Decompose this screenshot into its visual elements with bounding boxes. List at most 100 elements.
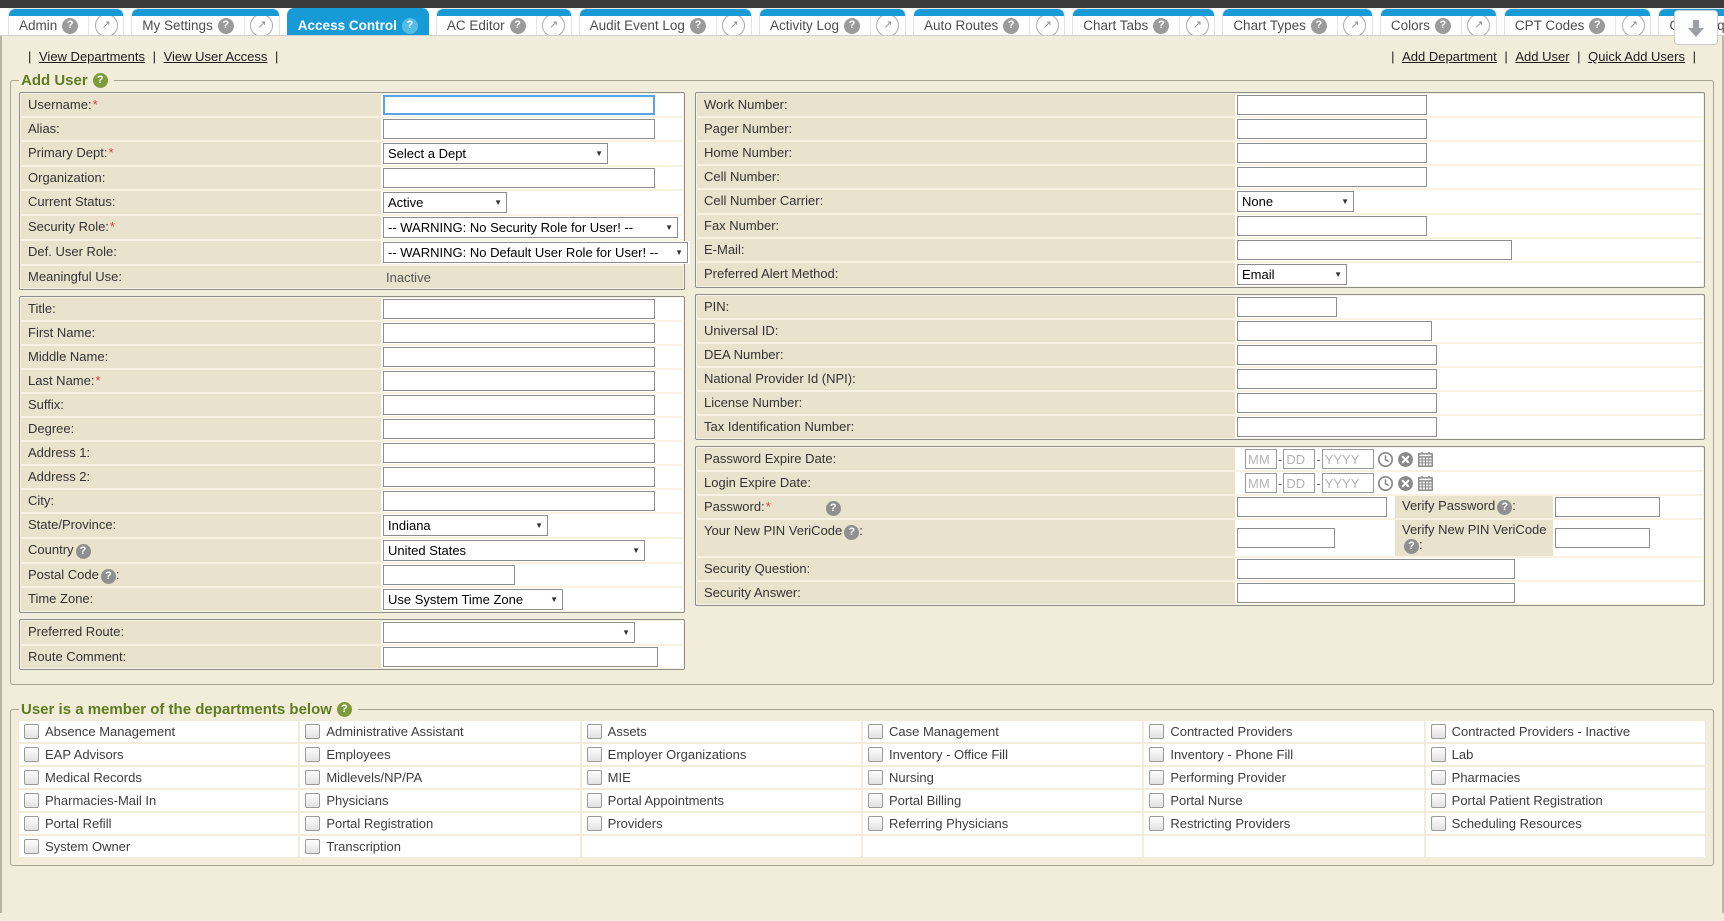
help-icon[interactable]: [844, 18, 860, 34]
portal-billing-checkbox[interactable]: [868, 793, 883, 808]
address-1-input[interactable]: [383, 443, 655, 463]
scheduling-resources-checkbox[interactable]: [1431, 816, 1446, 831]
tab-colors[interactable]: Colors: [1380, 8, 1497, 35]
clear-icon[interactable]: [1397, 451, 1414, 468]
help-icon[interactable]: [1497, 500, 1512, 515]
help-icon[interactable]: [1589, 18, 1605, 34]
inventory-phone-fill-checkbox[interactable]: [1149, 747, 1164, 762]
preferred-route-select[interactable]: ▼: [383, 622, 635, 643]
calendar-icon[interactable]: [1417, 451, 1434, 468]
lab-checkbox[interactable]: [1431, 747, 1446, 762]
inventory-office-fill-checkbox[interactable]: [868, 747, 883, 762]
absence-management-checkbox[interactable]: [24, 724, 39, 739]
physicians-checkbox[interactable]: [305, 793, 320, 808]
tab-open-new-window[interactable]: [536, 16, 571, 35]
national-provider-id-npi-input[interactable]: [1237, 369, 1437, 389]
help-icon[interactable]: [1153, 18, 1169, 34]
help-icon[interactable]: [93, 73, 108, 88]
country-select[interactable]: United States▼: [383, 540, 645, 561]
tab-open-new-window[interactable]: [244, 16, 279, 35]
referring-physicians-checkbox[interactable]: [868, 816, 883, 831]
tab-auto-routes[interactable]: Auto Routes: [913, 8, 1065, 35]
cell-number-carrier-select[interactable]: None▼: [1237, 191, 1354, 212]
tab-open-new-window[interactable]: [1615, 16, 1650, 35]
tab-open-new-window[interactable]: [1029, 16, 1064, 35]
preferred-alert-method-select[interactable]: Email▼: [1237, 264, 1347, 285]
work-number-input[interactable]: [1237, 95, 1427, 115]
verify-new-pin-vericode-input[interactable]: [1555, 528, 1650, 548]
password-expire-date-month-input[interactable]: [1245, 449, 1277, 469]
security-question-input[interactable]: [1237, 559, 1515, 579]
city-input[interactable]: [383, 491, 655, 511]
suffix-input[interactable]: [383, 395, 655, 415]
performing-provider-checkbox[interactable]: [1149, 770, 1164, 785]
contracted-providers-checkbox[interactable]: [1149, 724, 1164, 739]
degree-input[interactable]: [383, 419, 655, 439]
middle-name-input[interactable]: [383, 347, 655, 367]
portal-nurse-checkbox[interactable]: [1149, 793, 1164, 808]
tab-cpt-codes[interactable]: CPT Codes: [1504, 8, 1652, 35]
link-view-departments[interactable]: View Departments: [39, 49, 145, 64]
case-management-checkbox[interactable]: [868, 724, 883, 739]
help-icon[interactable]: [337, 702, 352, 717]
pharmacies-checkbox[interactable]: [1431, 770, 1446, 785]
security-answer-input[interactable]: [1237, 583, 1515, 603]
fax-number-input[interactable]: [1237, 216, 1427, 236]
tab-open-new-window[interactable]: [1179, 16, 1214, 35]
home-number-input[interactable]: [1237, 143, 1427, 163]
security-role-select[interactable]: -- WARNING: No Security Role for User! -…: [383, 217, 678, 238]
system-owner-checkbox[interactable]: [24, 839, 39, 854]
title-input[interactable]: [383, 299, 655, 319]
help-icon[interactable]: [1311, 18, 1327, 34]
pharmacies-mail-in-checkbox[interactable]: [24, 793, 39, 808]
def-user-role-select[interactable]: -- WARNING: No Default User Role for Use…: [383, 242, 688, 263]
alias-input[interactable]: [383, 119, 655, 139]
e-mail-input[interactable]: [1237, 240, 1512, 260]
tab-overflow-button[interactable]: [1674, 10, 1718, 45]
tab-ac-editor[interactable]: AC Editor: [436, 8, 572, 35]
login-expire-date-month-input[interactable]: [1245, 473, 1277, 493]
medical-records-checkbox[interactable]: [24, 770, 39, 785]
password-expire-date-year-input[interactable]: [1322, 449, 1374, 469]
first-name-input[interactable]: [383, 323, 655, 343]
universal-id-input[interactable]: [1237, 321, 1432, 341]
midlevels-np-pa-checkbox[interactable]: [305, 770, 320, 785]
route-comment-input[interactable]: [383, 647, 658, 667]
clock-icon[interactable]: [1377, 475, 1394, 492]
dea-number-input[interactable]: [1237, 345, 1437, 365]
clock-icon[interactable]: [1377, 451, 1394, 468]
verify-password-input[interactable]: [1555, 497, 1660, 517]
help-icon[interactable]: [218, 18, 234, 34]
help-icon[interactable]: [510, 18, 526, 34]
portal-refill-checkbox[interactable]: [24, 816, 39, 831]
password-input[interactable]: [1237, 497, 1387, 517]
tab-open-new-window[interactable]: [870, 16, 905, 35]
link-quick-add-users[interactable]: Quick Add Users: [1588, 49, 1685, 64]
tab-open-new-window[interactable]: [88, 16, 123, 35]
cell-number-input[interactable]: [1237, 167, 1427, 187]
help-icon[interactable]: [101, 569, 116, 584]
help-icon[interactable]: [76, 544, 91, 559]
help-icon[interactable]: [826, 501, 841, 516]
last-name-input[interactable]: [383, 371, 655, 391]
tab-audit-event-log[interactable]: Audit Event Log: [579, 8, 752, 35]
mie-checkbox[interactable]: [587, 770, 602, 785]
help-icon[interactable]: [62, 18, 78, 34]
your-new-pin-vericode-input[interactable]: [1237, 528, 1335, 548]
tab-my-settings[interactable]: My Settings: [131, 8, 280, 35]
link-add-user[interactable]: Add User: [1515, 49, 1569, 64]
username-input[interactable]: [383, 95, 655, 115]
tab-chart-types[interactable]: Chart Types: [1222, 8, 1373, 35]
help-icon[interactable]: [690, 18, 706, 34]
tab-access-control[interactable]: Access Control: [287, 8, 429, 35]
help-icon[interactable]: [844, 525, 859, 540]
help-icon[interactable]: [1003, 18, 1019, 34]
tab-open-new-window[interactable]: [716, 16, 751, 35]
tab-admin[interactable]: Admin: [8, 8, 124, 35]
help-icon[interactable]: [1404, 539, 1419, 554]
administrative-assistant-checkbox[interactable]: [305, 724, 320, 739]
help-icon[interactable]: [402, 18, 418, 34]
link-view-user-access[interactable]: View User Access: [164, 49, 268, 64]
password-expire-date-day-input[interactable]: [1283, 449, 1315, 469]
help-icon[interactable]: [1435, 18, 1451, 34]
